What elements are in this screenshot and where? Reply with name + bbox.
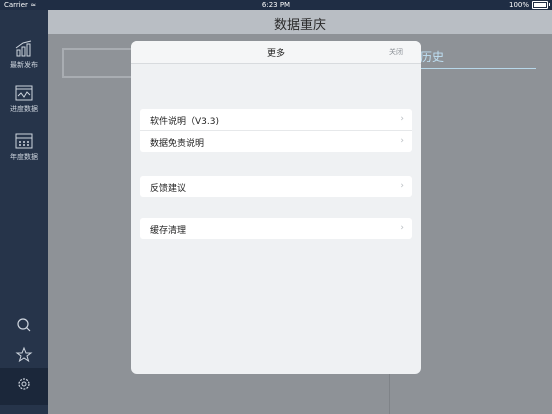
settings-group: 缓存清理 › <box>140 218 412 239</box>
row-label: 软件说明（V3.3) <box>150 117 219 127</box>
calendar-grid-icon <box>15 133 33 149</box>
disclaimer-row[interactable]: 数据免责说明 › <box>140 131 412 152</box>
sidebar-item-progress[interactable]: 进度数据 <box>0 84 48 114</box>
sidebar-item-settings[interactable] <box>0 368 48 405</box>
modal-header: 更多 关闭 <box>131 41 421 64</box>
battery-indicator: 100% <box>508 0 550 10</box>
bar-chart-icon <box>15 40 32 57</box>
modal-title: 更多 <box>266 49 285 59</box>
sidebar-item-latest[interactable]: 最新发布 <box>0 40 48 70</box>
sidebar-item-search[interactable] <box>0 316 48 336</box>
history-tab-underline <box>408 68 536 69</box>
calendar-wave-icon <box>15 85 33 101</box>
clear-cache-row[interactable]: 缓存清理 › <box>140 218 412 239</box>
battery-icon <box>532 1 550 9</box>
chevron-right-icon: › <box>400 136 404 146</box>
battery-percent: 100% <box>508 1 529 9</box>
status-time: 6:23 PM <box>261 1 291 9</box>
chevron-right-icon: › <box>400 223 404 233</box>
chevron-right-icon: › <box>400 114 404 124</box>
settings-group: 软件说明（V3.3) › 数据免责说明 › <box>140 109 412 152</box>
more-modal: 更多 关闭 软件说明（V3.3) › 数据免责说明 › 反馈建议 › 缓存清理 … <box>131 41 421 374</box>
sidebar-item-annual[interactable]: 年度数据 <box>0 132 48 162</box>
status-bar: Carrier ≈ 6:23 PM 100% <box>0 0 552 10</box>
sidebar-item-label: 最新发布 <box>10 61 38 69</box>
page-title: 数据重庆 <box>273 18 326 33</box>
sidebar-item-label: 进度数据 <box>10 105 38 113</box>
software-info-row[interactable]: 软件说明（V3.3) › <box>140 109 412 131</box>
close-button[interactable]: 关闭 <box>389 47 403 57</box>
gear-icon <box>18 378 30 390</box>
sidebar-item-favorites[interactable] <box>0 346 48 366</box>
feedback-row[interactable]: 反馈建议 › <box>140 176 412 197</box>
search-icon <box>17 318 31 332</box>
navigation-bar: 数据重庆 <box>48 10 552 34</box>
star-icon <box>15 346 33 363</box>
row-label: 反馈建议 <box>150 184 187 194</box>
sidebar: 最新发布 进度数据 年度数据 <box>0 10 48 414</box>
settings-group: 反馈建议 › <box>140 176 412 197</box>
sidebar-item-label: 年度数据 <box>10 153 38 161</box>
history-tab: 历史 <box>420 50 445 64</box>
row-label: 缓存清理 <box>150 226 187 236</box>
chevron-right-icon: › <box>400 181 404 191</box>
row-label: 数据免责说明 <box>150 139 205 149</box>
